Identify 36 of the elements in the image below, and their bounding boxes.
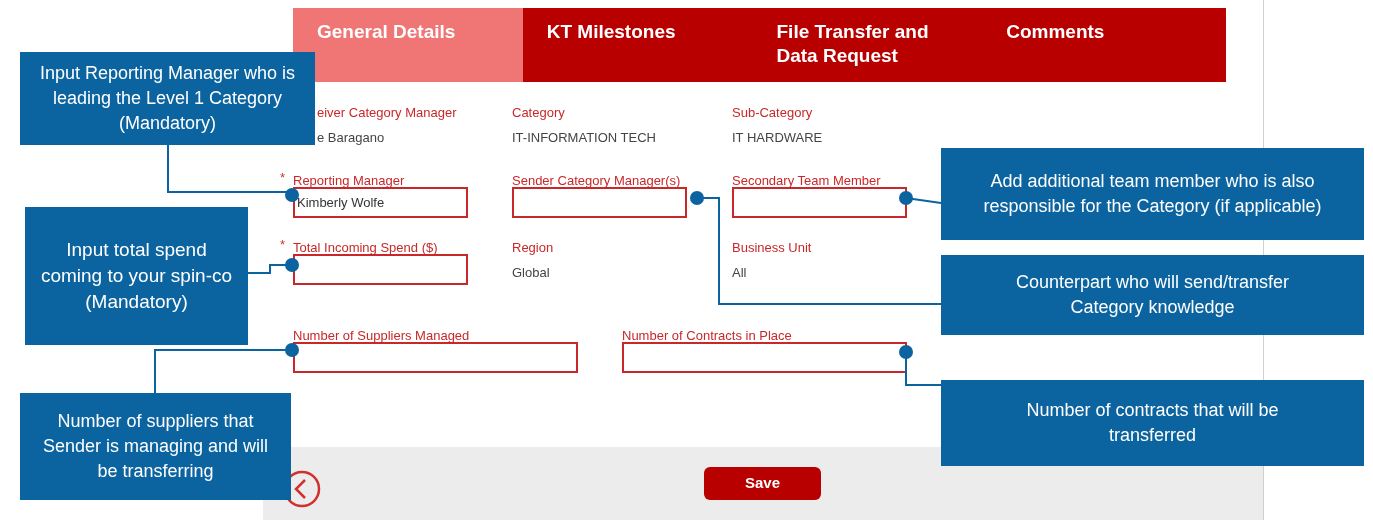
input-field[interactable] (732, 186, 907, 218)
field-label: Reporting Manager (293, 172, 405, 188)
field-label: Total Incoming Spend ($) (293, 239, 438, 255)
callout: Number of contracts that will be transferred (941, 380, 1364, 466)
tab[interactable]: KT Milestones (522, 8, 753, 82)
field-value: IT HARDWARE (732, 129, 824, 147)
input-field[interactable]: Kimberly Wolfe (293, 186, 468, 218)
input-field[interactable] (293, 253, 468, 285)
field-label: Secondary Team Member (732, 172, 881, 188)
field-value: IT-INFORMATION TECH (512, 129, 657, 147)
callout: Input total spend coming to your spin-co (Mandatory) (25, 207, 248, 345)
field-label: Business Unit (732, 239, 812, 255)
field-value: e Baragano (317, 129, 386, 147)
input-field[interactable] (293, 341, 578, 373)
field-label: Region (512, 239, 554, 255)
save-button[interactable]: Save (704, 467, 821, 500)
field-value: All (732, 263, 748, 282)
field-label: Sender Category Manager(s) (512, 172, 681, 188)
required-mark: * (280, 235, 286, 254)
input-field[interactable] (512, 186, 687, 218)
callout: Number of suppliers that Sender is managing and will be transferring (20, 393, 291, 500)
field-value: Global (512, 263, 551, 282)
tab[interactable]: Comments (982, 8, 1226, 82)
required-mark: * (280, 168, 286, 187)
field-label: Category (512, 105, 565, 120)
callout: Input Reporting Manager who is leading the Level 1 Category (Mandatory) (20, 52, 315, 145)
callout: Counterpart who will send/transfer Category knowledge (941, 255, 1364, 335)
input-field[interactable] (622, 341, 907, 373)
field-label: Number of Suppliers Managed (293, 327, 470, 343)
leader-line (899, 345, 942, 386)
callout: Add additional team member who is also responsible for the Category (if applicable) (941, 148, 1364, 240)
field-label: Number of Contracts in Place (622, 327, 792, 343)
field-label: eiver Category Manager (317, 105, 457, 120)
leader-line (247, 258, 299, 274)
field-label: Sub-Category (732, 105, 813, 120)
tab[interactable]: File Transfer and Data Request (752, 8, 983, 82)
